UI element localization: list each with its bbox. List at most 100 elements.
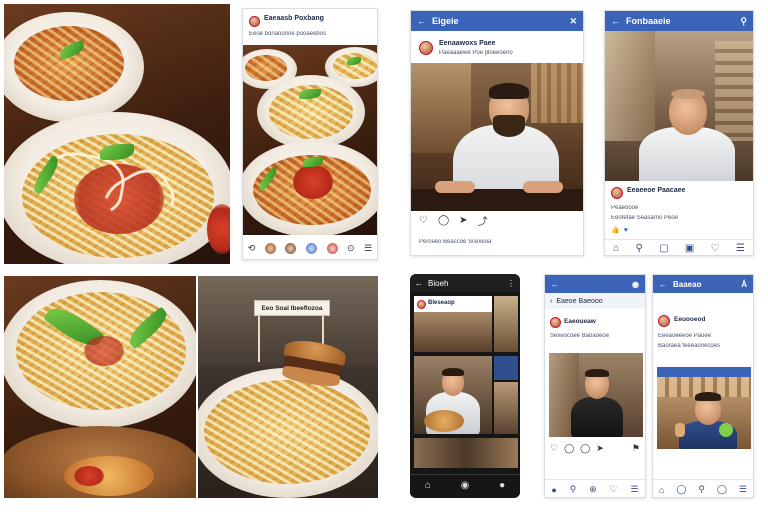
menu-icon[interactable]: ☰ — [736, 243, 745, 254]
app-title: Baaeao — [673, 279, 702, 289]
food-photo-pasta-bowl — [4, 4, 230, 264]
like-icon[interactable]: 👍 — [611, 226, 620, 234]
sub-header: ‹ Eaeoe Baeooo — [545, 293, 645, 309]
blue-strip — [657, 367, 751, 377]
comment-icon[interactable]: ◯ — [564, 443, 574, 454]
post-photo[interactable] — [549, 353, 643, 437]
food-photo-fried-noodles: Eeo Soal Ibeeflozoa — [198, 276, 378, 498]
food-photo-noodle-bowl — [4, 276, 196, 498]
side-thumbnail[interactable] — [494, 296, 518, 352]
avatar[interactable] — [264, 242, 276, 254]
avatar[interactable] — [611, 187, 623, 199]
add-icon[interactable]: ⊕ — [589, 484, 597, 495]
close-icon[interactable]: ✕ — [569, 16, 577, 27]
back-arrow-icon[interactable]: ← — [551, 280, 559, 289]
bookmark-icon[interactable]: ⚑ — [632, 443, 640, 454]
send-icon[interactable]: ➤ — [459, 215, 467, 226]
app-header: ← Baaeao Å — [653, 275, 753, 293]
menu-sign: Eeo Soal Ibeeflozoa — [254, 300, 330, 316]
home-icon[interactable]: ⌂ — [613, 243, 619, 254]
share-icon[interactable]: ⤴ — [478, 213, 488, 228]
search-icon[interactable]: ◉ — [461, 480, 470, 491]
post-username[interactable]: Eeuooeod — [674, 316, 705, 323]
comment-icon[interactable]: ▢ — [659, 243, 668, 254]
back-arrow-icon[interactable]: ← — [417, 16, 426, 26]
back-arrow-icon[interactable]: ← — [659, 280, 667, 289]
comment-icon[interactable]: ◯ — [438, 215, 449, 226]
compass-icon[interactable]: ⊙ — [347, 243, 355, 254]
post-username[interactable]: Eaeaasb Poxbang — [264, 15, 324, 22]
heart-icon[interactable]: ♡ — [711, 243, 720, 254]
avatar[interactable] — [658, 315, 670, 327]
menu-icon[interactable]: ☰ — [364, 243, 372, 254]
home-icon[interactable]: ⌂ — [659, 485, 664, 495]
collage-canvas: Eaeaasb Poxbang Eeoe bonaoonoe pooaeebos… — [0, 0, 768, 512]
mobile-post-screen: ← Eigeie ✕ Eenaawoxs Paee Paeaaaewe Poe … — [410, 10, 584, 256]
search-icon[interactable]: ⚲ — [698, 484, 705, 495]
post-caption-secondary: Eeotetae Seasarno Peoe — [611, 215, 679, 221]
side-thumbnail[interactable] — [494, 356, 518, 380]
video-icon[interactable]: ▣ — [685, 243, 694, 254]
post-photo[interactable] — [411, 63, 583, 211]
post-action-bar: ♡ ◯ ➤ ⤴ — [411, 213, 583, 228]
chevron-left-icon[interactable]: ‹ — [550, 298, 552, 305]
profile-icon[interactable]: Å — [741, 280, 747, 289]
post-card[interactable]: Bleseaop — [414, 296, 492, 352]
feed-post-card[interactable]: Eaeaasb Poxbang Eeoe bonaoonoe pooaeebos… — [242, 8, 378, 260]
app-header: ← Fonbaaeie ⚲ — [605, 11, 753, 31]
post-action-bar: ♡ ◯ ◯ ➤ ⚑ — [545, 441, 645, 455]
avatar[interactable] — [419, 41, 433, 55]
close-icon[interactable]: ◉ — [632, 280, 639, 289]
heart-icon[interactable]: ♡ — [610, 484, 618, 495]
post-username[interactable]: Bleseaop — [428, 300, 455, 306]
avatar[interactable] — [417, 300, 426, 309]
phone-post-screen-b: ← ◉ ‹ Eaeoe Baeooo Eaeoueaw Sexeocoee Ba… — [544, 274, 646, 498]
profile-icon[interactable]: ● — [499, 480, 505, 491]
post-caption: Eeoe bonaoonoe pooaeebos — [249, 31, 327, 37]
send-icon[interactable]: ➤ — [596, 443, 604, 454]
heart-icon[interactable]: ♡ — [419, 215, 428, 226]
post-caption-secondary: Baoraea feeeaonecoes — [658, 343, 721, 349]
search-icon[interactable]: ⚲ — [570, 484, 577, 495]
side-thumbnail[interactable] — [494, 382, 518, 434]
comment-icon[interactable]: ◯ — [717, 484, 727, 495]
heart-icon[interactable]: ♡ — [550, 443, 558, 454]
menu-icon[interactable]: ☰ — [739, 484, 747, 495]
avatar[interactable] — [305, 242, 317, 254]
profile-icon[interactable]: ● — [551, 485, 556, 495]
avatar[interactable] — [285, 242, 297, 254]
avatar[interactable] — [326, 242, 338, 254]
post-photo[interactable] — [657, 377, 751, 449]
avatar[interactable] — [550, 317, 561, 328]
app-title: Fonbaaeie — [626, 16, 671, 26]
more-icon[interactable]: ⋮ — [507, 279, 515, 288]
home-icon[interactable]: ⌂ — [425, 480, 431, 491]
post-photo[interactable] — [243, 45, 377, 235]
heart-icon[interactable]: ♥ — [624, 227, 628, 234]
back-arrow-icon[interactable]: ← — [415, 279, 423, 288]
sub-header-title: Eaeoe Baeooo — [556, 297, 603, 305]
bottom-nav: ⌂ ◯ ⚲ ◯ ☰ — [653, 479, 753, 497]
post-username[interactable]: Eaeoueaw — [564, 318, 596, 325]
post-photo[interactable] — [414, 356, 492, 434]
post-caption: Sexeocoee Baoaoeoe — [550, 333, 610, 339]
post-username[interactable]: Eenaawoxs Paee — [439, 40, 495, 47]
avatar[interactable] — [249, 16, 260, 27]
comment-icon[interactable]: ◯ — [580, 443, 590, 454]
portrait-post-screen: ← Fonbaaeie ⚲ Eeaeeoe Paacaee Peaeoooe E… — [604, 10, 754, 256]
app-title: Bioeh — [428, 278, 449, 288]
post-username[interactable]: Eeaeeoe Paacaee — [627, 187, 685, 194]
comment-icon[interactable]: ◯ — [676, 484, 686, 495]
post-caption: Paeaaaewe Poe ploeeoeno — [439, 50, 513, 56]
search-icon[interactable]: ⚲ — [740, 16, 747, 27]
menu-icon[interactable]: ☰ — [630, 484, 638, 495]
phone-post-screen-c: ← Baaeao Å Eeuooeod Eeeaoeeeoe Pauee Bao… — [652, 274, 754, 498]
dark-phone-screen: ← Bioeh ⋮ Bleseaop ⌂ ◉ ● — [410, 274, 520, 498]
post-footer-caption: Perceeo Beaccoe Scexeoa — [419, 239, 492, 245]
search-icon[interactable]: ⚲ — [635, 243, 642, 254]
thumbnail-row[interactable] — [414, 438, 518, 468]
share-icon[interactable]: ⟲ — [248, 243, 256, 254]
post-photo[interactable] — [605, 31, 753, 181]
back-arrow-icon[interactable]: ← — [611, 16, 620, 26]
bottom-nav: ⌂ ⚲ ▢ ▣ ♡ ☰ — [605, 239, 753, 255]
